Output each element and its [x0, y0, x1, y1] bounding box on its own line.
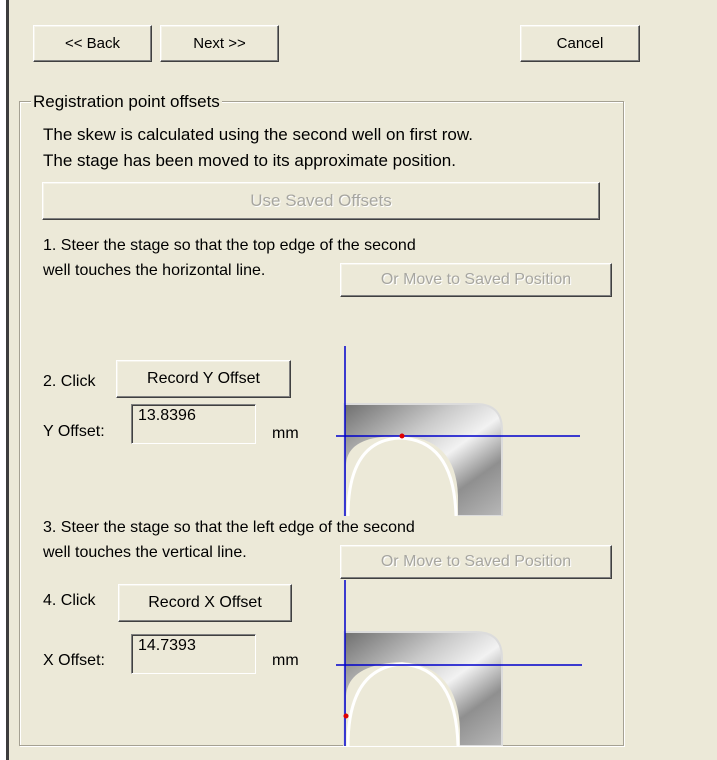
- step2-click-label: 2. Click: [43, 373, 96, 390]
- alignment-marker: [343, 713, 349, 719]
- step1-line-2: well touches the horizontal line.: [43, 262, 266, 279]
- intro-line-2: The stage has been moved to its approxim…: [43, 151, 456, 170]
- step3-line-1: 3. Steer the stage so that the left edge…: [43, 519, 415, 536]
- y-offset-field[interactable]: 13.8396: [131, 404, 256, 444]
- record-y-offset-button[interactable]: Record Y Offset: [116, 360, 291, 398]
- group-title: Registration point offsets: [31, 92, 222, 111]
- window-left-edge: [0, 0, 9, 760]
- step4-click-label: 4. Click: [43, 592, 96, 609]
- record-x-offset-button[interactable]: Record X Offset: [118, 584, 292, 622]
- x-offset-label: X Offset:: [43, 652, 105, 669]
- back-button[interactable]: << Back: [33, 25, 152, 62]
- intro-line-1: The skew is calculated using the second …: [43, 125, 473, 144]
- y-offset-unit: mm: [272, 425, 299, 442]
- step3-line-2: well touches the vertical line.: [43, 544, 247, 561]
- step1-line-1: 1. Steer the stage so that the top edge …: [43, 237, 416, 254]
- x-alignment-diagram: [336, 580, 584, 746]
- use-saved-offsets-button[interactable]: Use Saved Offsets: [42, 182, 600, 220]
- y-offset-label: Y Offset:: [43, 423, 105, 440]
- y-alignment-diagram: [336, 346, 584, 516]
- move-to-saved-position-y-button[interactable]: Or Move to Saved Position: [340, 263, 612, 297]
- well-plate-image: [343, 403, 503, 516]
- move-to-saved-position-x-button[interactable]: Or Move to Saved Position: [340, 545, 612, 579]
- next-button[interactable]: Next >>: [160, 25, 279, 62]
- well-plate-image: [343, 631, 503, 746]
- alignment-marker: [399, 433, 405, 439]
- x-offset-field[interactable]: 14.7393: [131, 634, 256, 674]
- x-offset-unit: mm: [272, 652, 299, 669]
- cancel-button[interactable]: Cancel: [520, 25, 640, 62]
